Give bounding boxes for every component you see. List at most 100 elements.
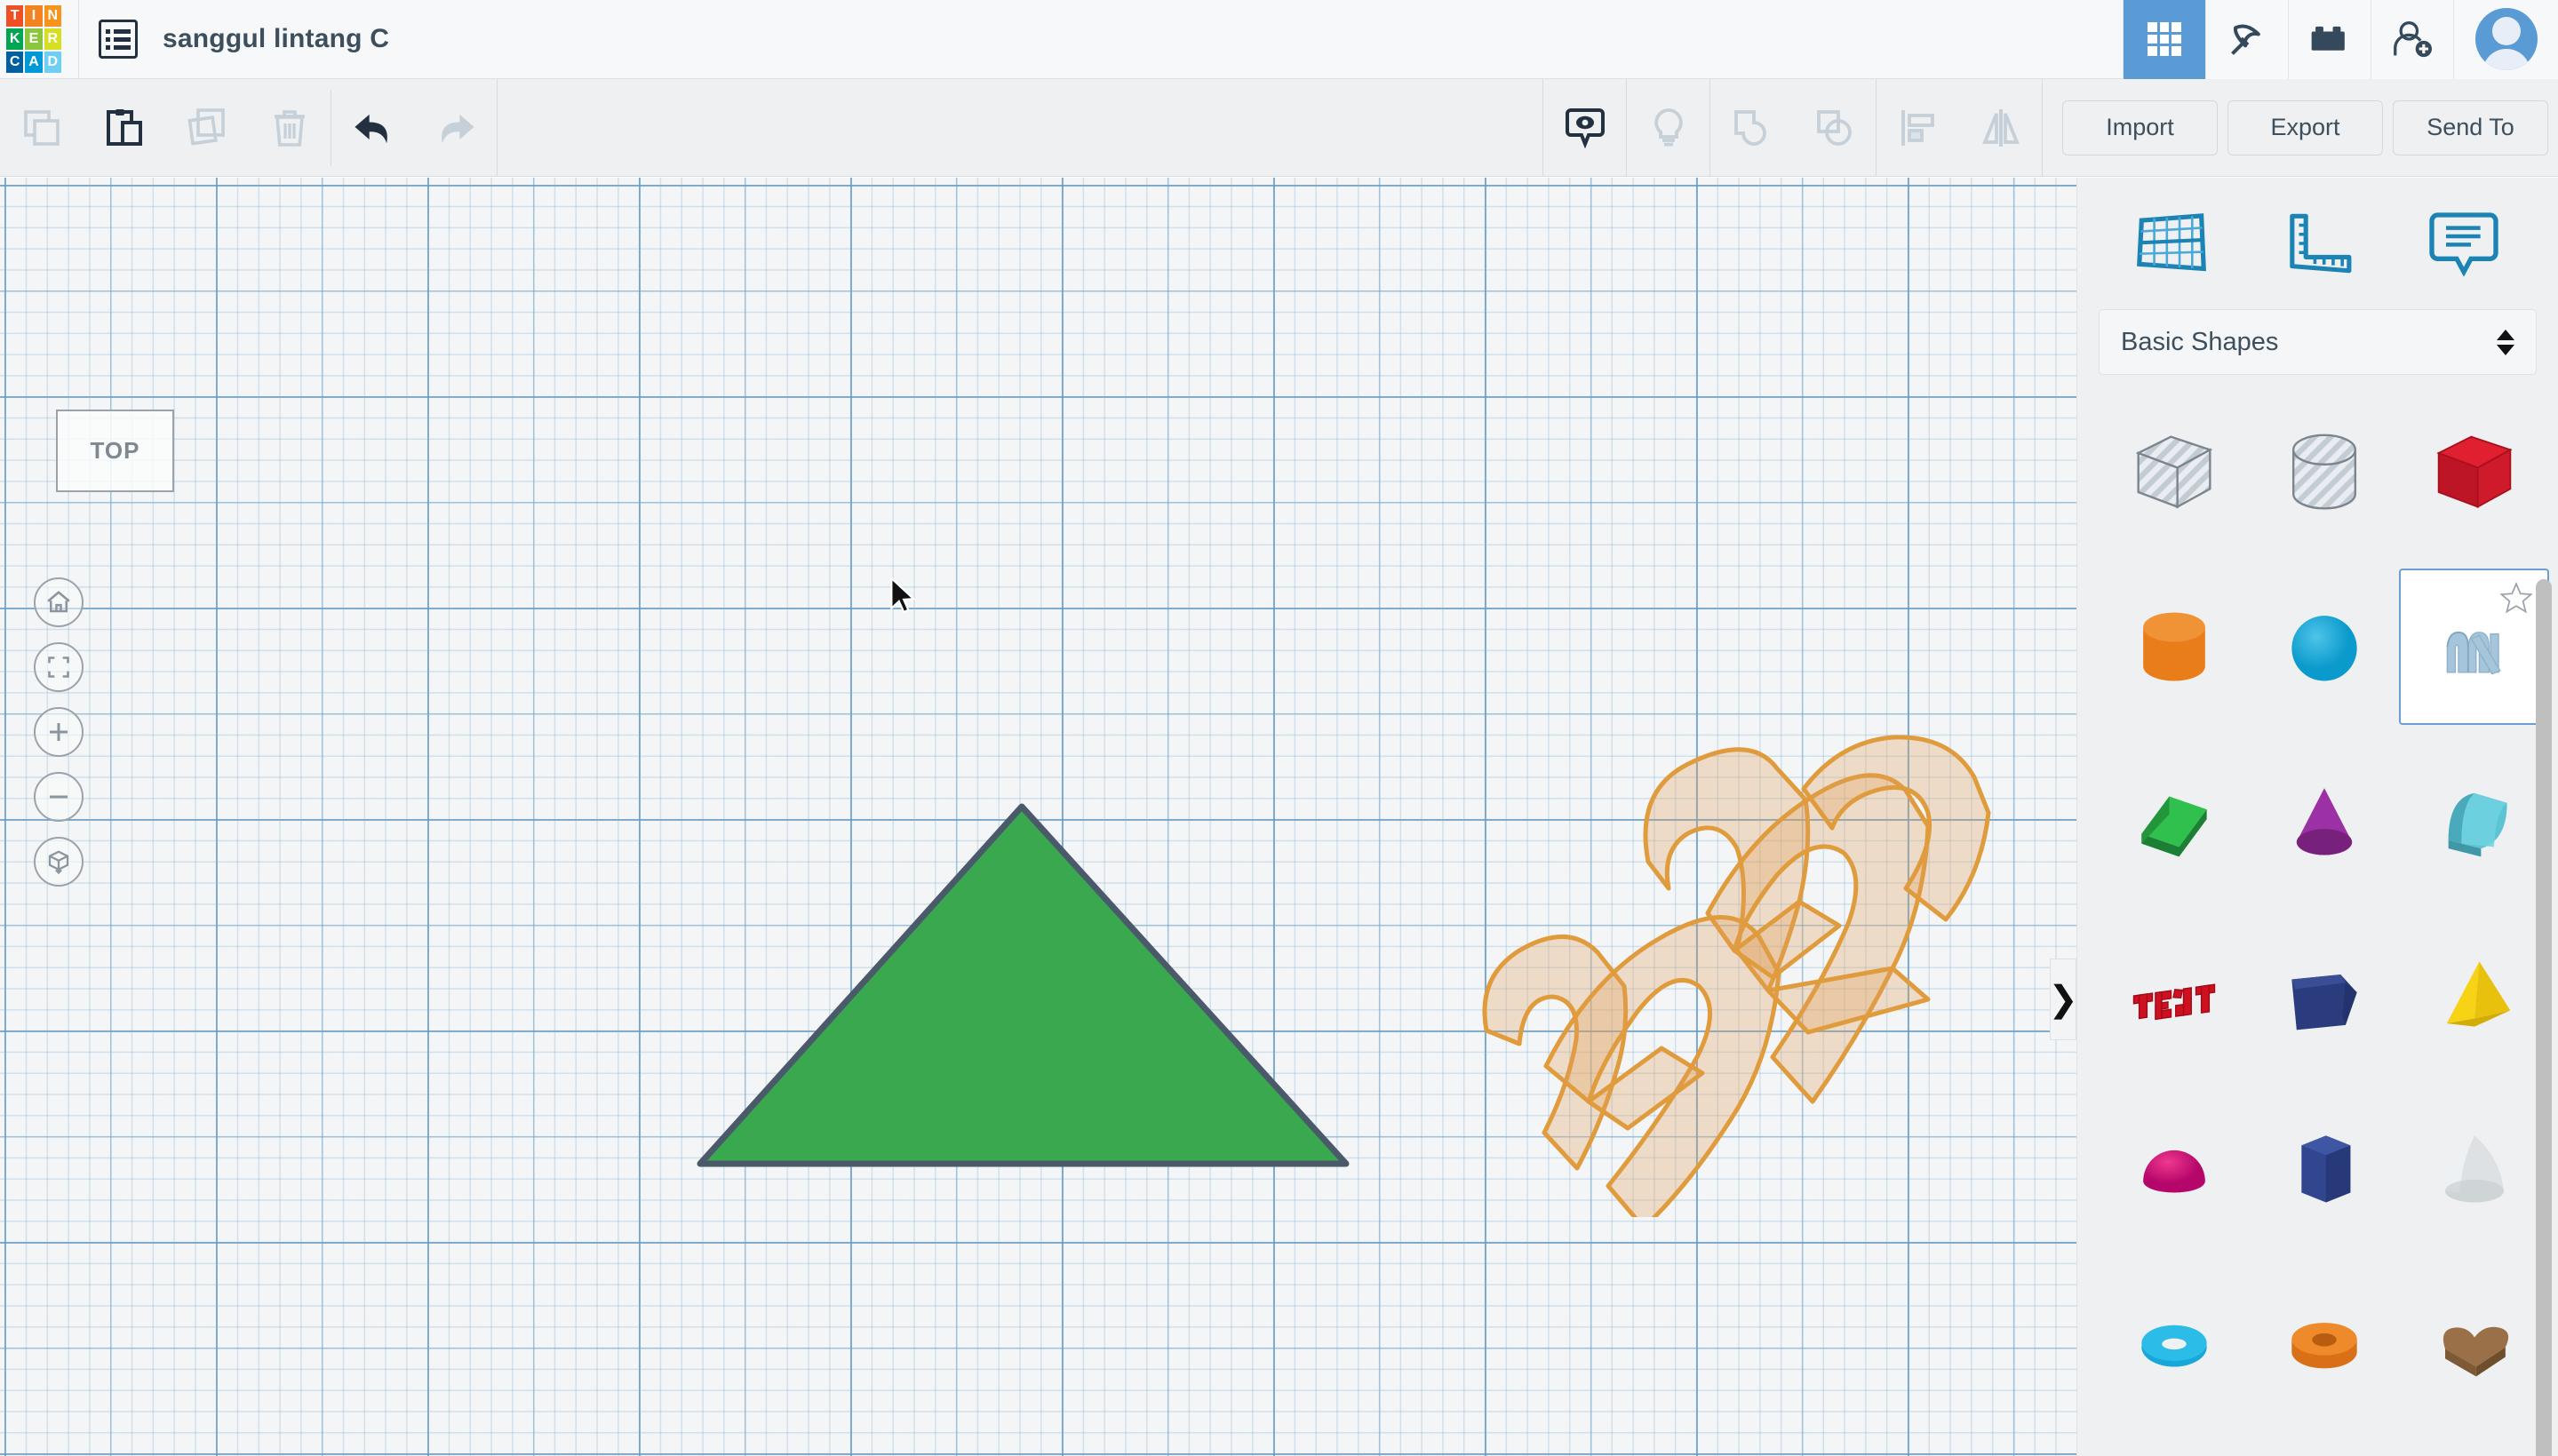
shape-sphere[interactable] — [2249, 569, 2399, 725]
star-outline-icon[interactable] — [2499, 581, 2533, 615]
teal-roundroof-icon — [2448, 792, 2507, 856]
shape-heart[interactable] — [2399, 1264, 2549, 1420]
shape-paraboloid[interactable] — [2399, 1090, 2549, 1246]
blue-sphere-icon — [2291, 615, 2357, 681]
send-to-button[interactable]: Send To — [2393, 99, 2548, 155]
orange-tube-icon — [2291, 1323, 2357, 1369]
collapse-panel-button[interactable]: ❯ — [2048, 959, 2076, 1040]
panel-tool-icons — [2077, 178, 2558, 309]
group-shapes-icon — [1733, 109, 1766, 146]
shapes-grid — [2077, 394, 2558, 1438]
panel-scrollbar[interactable] — [2536, 579, 2552, 1456]
invite-button[interactable] — [2371, 0, 2453, 79]
app-header: T I N K E R C A D sanggul lintang C — [0, 0, 2558, 79]
scribble-preview-object[interactable] — [1395, 684, 1999, 1217]
workplane-button[interactable] — [2123, 195, 2220, 292]
home-icon — [47, 591, 70, 613]
perspective-toggle-button[interactable] — [34, 837, 84, 887]
show-hide-button[interactable] — [1543, 79, 1626, 177]
duplicate-button[interactable] — [165, 79, 248, 177]
shape-category-select[interactable]: Basic Shapes — [2099, 309, 2537, 375]
view-cube[interactable]: TOP — [56, 410, 174, 492]
shape-half-sphere[interactable] — [2099, 1090, 2249, 1246]
logo-tile: T — [6, 5, 24, 27]
hamburger-list-icon[interactable] — [99, 20, 138, 59]
import-button[interactable]: Import — [2062, 99, 2218, 155]
design-canvas[interactable]: TOP ❯ — [0, 178, 2076, 1456]
shape-pyramid[interactable] — [2399, 916, 2549, 1072]
yellow-pyramid-icon — [2446, 961, 2510, 1028]
workplane-grid-icon — [2137, 213, 2207, 272]
notes-button[interactable] — [1627, 79, 1709, 177]
blue-hexprism-icon — [2300, 1135, 2350, 1203]
shape-cone[interactable] — [2249, 743, 2399, 899]
shape-torus[interactable] — [2099, 1264, 2249, 1420]
fit-to-view-button[interactable] — [34, 642, 84, 692]
toolbar-divider — [2042, 78, 2043, 177]
eye-callout-icon — [1565, 107, 1605, 148]
align-button[interactable] — [1877, 79, 1959, 177]
shape-box[interactable] — [2399, 394, 2549, 551]
shape-tube[interactable] — [2249, 1264, 2399, 1420]
ungroup-shapes-icon — [1816, 109, 1852, 146]
copy-button[interactable] — [0, 79, 83, 177]
undo-arrow-icon — [354, 114, 387, 143]
delete-button[interactable] — [248, 79, 331, 177]
logo-tile: C — [6, 52, 24, 73]
pink-dome-icon — [2142, 1150, 2205, 1193]
zoom-out-button[interactable] — [34, 772, 84, 822]
tinkercad-logo[interactable]: T I N K E R C A D — [6, 5, 61, 73]
shape-roof[interactable] — [2099, 743, 2249, 899]
mouse-cursor — [890, 577, 916, 614]
logo-tile: A — [25, 52, 43, 73]
minecraft-button[interactable] — [2205, 0, 2288, 79]
header-actions — [2123, 0, 2558, 79]
note-button[interactable] — [2415, 195, 2513, 292]
shape-hexagon-prism[interactable] — [2249, 1090, 2399, 1246]
logo-tile: I — [25, 5, 43, 27]
export-button[interactable]: Export — [2227, 99, 2383, 155]
pickaxe-icon — [2231, 24, 2260, 55]
chevron-stepper-icon — [2497, 329, 2514, 355]
orange-cylinder-icon — [2142, 612, 2205, 681]
brown-heart-icon — [2442, 1326, 2508, 1377]
ruler-button[interactable] — [2268, 195, 2366, 292]
zoom-in-button[interactable] — [34, 707, 84, 757]
green-triangle-object[interactable] — [693, 791, 1351, 1182]
page-title[interactable]: sanggul lintang C — [163, 24, 389, 54]
group-button[interactable] — [1710, 79, 1793, 177]
note-callout-icon — [2429, 212, 2498, 277]
shape-round-roof[interactable] — [2399, 743, 2549, 899]
fit-frame-icon — [48, 656, 69, 678]
plus-icon — [50, 723, 68, 741]
shapes-panel: Basic Shapes — [2076, 178, 2558, 1456]
logo-tile: R — [44, 28, 61, 50]
logo-tile: D — [44, 52, 61, 73]
undo-button[interactable] — [331, 79, 414, 177]
shape-text[interactable] — [2099, 916, 2249, 1072]
clipboard-paste-icon — [106, 108, 142, 146]
blocks-button[interactable] — [2288, 0, 2371, 79]
account-avatar-button[interactable] — [2453, 0, 2558, 79]
shape-polygon-prism[interactable] — [2249, 916, 2399, 1072]
lego-brick-icon — [2311, 26, 2345, 51]
ungroup-button[interactable] — [1793, 79, 1876, 177]
hole-cylinder-icon — [2291, 434, 2356, 510]
paste-button[interactable] — [83, 79, 165, 177]
edit-toolbar: Import Export Send To — [0, 78, 2558, 177]
lightbulb-icon — [1654, 107, 1683, 146]
mirror-button[interactable] — [1959, 79, 2042, 177]
shape-category-value: Basic Shapes — [2121, 327, 2279, 356]
duplicate-icon — [187, 107, 225, 146]
add-person-icon — [2394, 21, 2432, 58]
shape-cylinder-hole[interactable] — [2249, 394, 2399, 551]
home-view-button[interactable] — [34, 577, 84, 627]
grid-9-icon — [2148, 22, 2181, 56]
mirror-icon — [1981, 108, 2020, 147]
gallery-grid-button[interactable] — [2123, 0, 2205, 79]
shape-box-hole[interactable] — [2099, 394, 2249, 551]
redo-button[interactable] — [414, 79, 497, 177]
copy-icon — [23, 109, 60, 146]
shape-scribble[interactable] — [2399, 568, 2549, 725]
shape-cylinder[interactable] — [2099, 569, 2249, 725]
